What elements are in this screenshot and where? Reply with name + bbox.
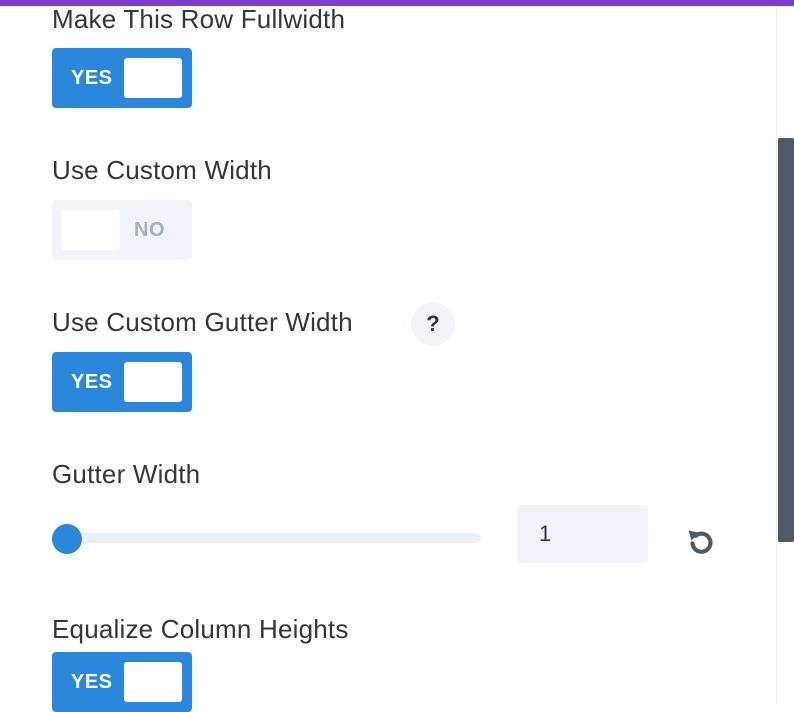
reset-undo-icon[interactable]	[683, 524, 719, 560]
gutter-width-slider-track[interactable]	[52, 533, 481, 543]
toggle-knob	[124, 362, 182, 402]
toggle-knob	[124, 58, 182, 98]
equalize-heights-toggle[interactable]: YES	[52, 652, 192, 712]
custom-gutter-label: Use Custom Gutter Width	[52, 307, 353, 337]
custom-width-label: Use Custom Width	[52, 155, 272, 185]
gutter-width-input[interactable]	[517, 505, 648, 563]
gutter-width-label: Gutter Width	[52, 459, 201, 489]
custom-gutter-toggle[interactable]: YES	[52, 352, 192, 412]
custom-gutter-toggle-text: YES	[71, 371, 113, 393]
fullwidth-label: Make This Row Fullwidth	[52, 4, 346, 34]
equalize-heights-label: Equalize Column Heights	[52, 614, 349, 644]
toggle-knob	[124, 662, 182, 702]
gutter-width-slider-thumb[interactable]	[52, 524, 82, 554]
toggle-knob	[62, 210, 120, 250]
equalize-heights-toggle-text: YES	[71, 671, 113, 693]
fullwidth-toggle[interactable]: YES	[52, 48, 192, 108]
custom-width-toggle[interactable]: NO	[52, 200, 192, 260]
custom-width-toggle-text: NO	[134, 219, 165, 241]
undo-icon	[688, 530, 713, 554]
row-settings-panel: Make This Row Fullwidth YES Use Custom W…	[0, 0, 776, 712]
scrollbar-thumb[interactable]	[778, 138, 794, 542]
help-question-icon[interactable]: ?	[411, 302, 455, 346]
fullwidth-toggle-text: YES	[71, 67, 113, 89]
